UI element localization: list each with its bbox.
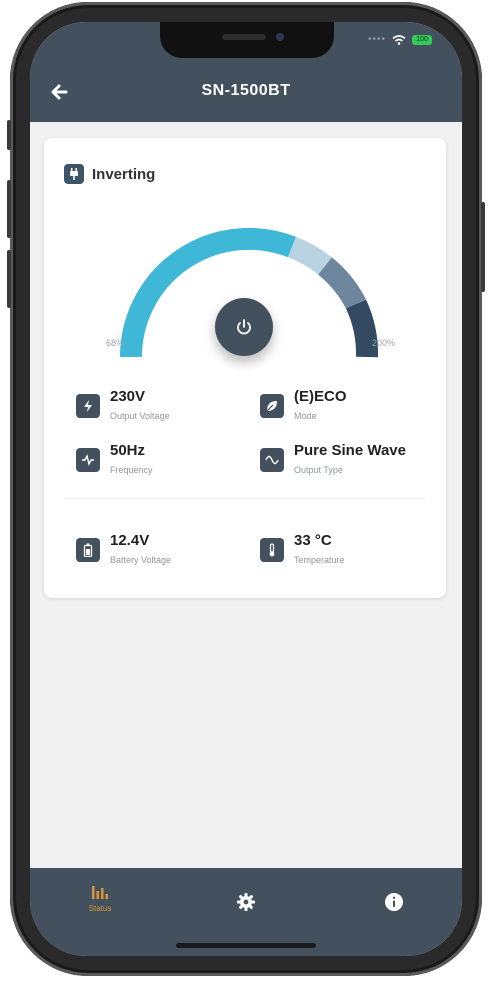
load-gauge xyxy=(120,227,379,358)
app-screen: •••• 100 SN-1500BT Inverting 68% 200% 23… xyxy=(30,22,462,956)
wifi-icon xyxy=(392,34,406,45)
frequency-label: Frequency xyxy=(110,465,153,475)
info-output-type: Pure Sine Wave Output Type xyxy=(260,442,406,475)
temperature-value: 33 °C xyxy=(294,532,332,549)
battery-voltage-value: 12.4V xyxy=(110,532,150,549)
front-camera xyxy=(276,33,284,41)
output-type-label: Output Type xyxy=(294,465,343,475)
battery-icon xyxy=(76,538,100,562)
status-card: Inverting 68% 200% 230V Output Voltage (… xyxy=(44,138,446,598)
bar-chart-icon xyxy=(92,886,108,899)
page-title: SN-1500BT xyxy=(201,82,291,99)
sine-wave-icon xyxy=(260,448,284,472)
info-icon xyxy=(385,893,403,911)
gauge-min-label: 68% xyxy=(106,338,125,348)
info-temperature: 33 °C Temperature xyxy=(260,532,345,565)
tab-info[interactable] xyxy=(364,892,424,936)
tab-status-label: Status xyxy=(88,904,112,913)
gauge-segment-light xyxy=(287,236,332,275)
temperature-label: Temperature xyxy=(294,555,345,565)
volume-up-button xyxy=(7,180,11,238)
app-header: SN-1500BT xyxy=(30,62,462,122)
status-icons: •••• 100 xyxy=(368,34,432,45)
battery-voltage-label: Battery Voltage xyxy=(110,555,172,565)
gear-icon xyxy=(237,893,255,911)
bottom-tab-bar: Status xyxy=(30,868,462,956)
lightning-icon xyxy=(76,394,100,418)
mute-switch xyxy=(7,120,11,150)
gauge-max-label: 200% xyxy=(372,338,396,348)
notch xyxy=(160,22,334,58)
plug-icon xyxy=(64,164,84,184)
gauge-segment-mid xyxy=(317,257,366,310)
inverter-mode-label: Inverting xyxy=(92,166,156,183)
tab-status[interactable]: Status xyxy=(70,884,130,928)
volume-down-button xyxy=(7,250,11,308)
speaker xyxy=(222,34,266,40)
home-indicator xyxy=(176,943,316,948)
mode-value: (E)ECO xyxy=(294,388,347,405)
output-voltage-label: Output Voltage xyxy=(110,411,170,421)
thermometer-icon xyxy=(260,538,284,562)
power-icon xyxy=(237,319,251,335)
mode-label: Mode xyxy=(294,411,317,421)
signal-icon: •••• xyxy=(367,34,386,45)
power-button[interactable] xyxy=(215,298,273,356)
info-battery-voltage: 12.4V Battery Voltage xyxy=(76,532,171,565)
output-voltage-value: 230V xyxy=(110,388,146,405)
info-output-voltage: 230V Output Voltage xyxy=(76,388,170,421)
gauge-segment-dark xyxy=(345,299,379,358)
divider xyxy=(64,498,426,499)
power-side-button xyxy=(481,202,485,292)
pulse-icon xyxy=(76,448,100,472)
info-mode: (E)ECO Mode xyxy=(260,388,347,421)
main-content: Inverting 68% 200% 230V Output Voltage (… xyxy=(30,122,462,868)
frequency-value: 50Hz xyxy=(110,442,146,459)
info-frequency: 50Hz Frequency xyxy=(76,442,153,475)
tab-settings[interactable] xyxy=(216,892,276,936)
leaf-icon xyxy=(260,394,284,418)
output-type-value: Pure Sine Wave xyxy=(294,442,406,459)
battery-indicator: 100 xyxy=(412,34,432,45)
